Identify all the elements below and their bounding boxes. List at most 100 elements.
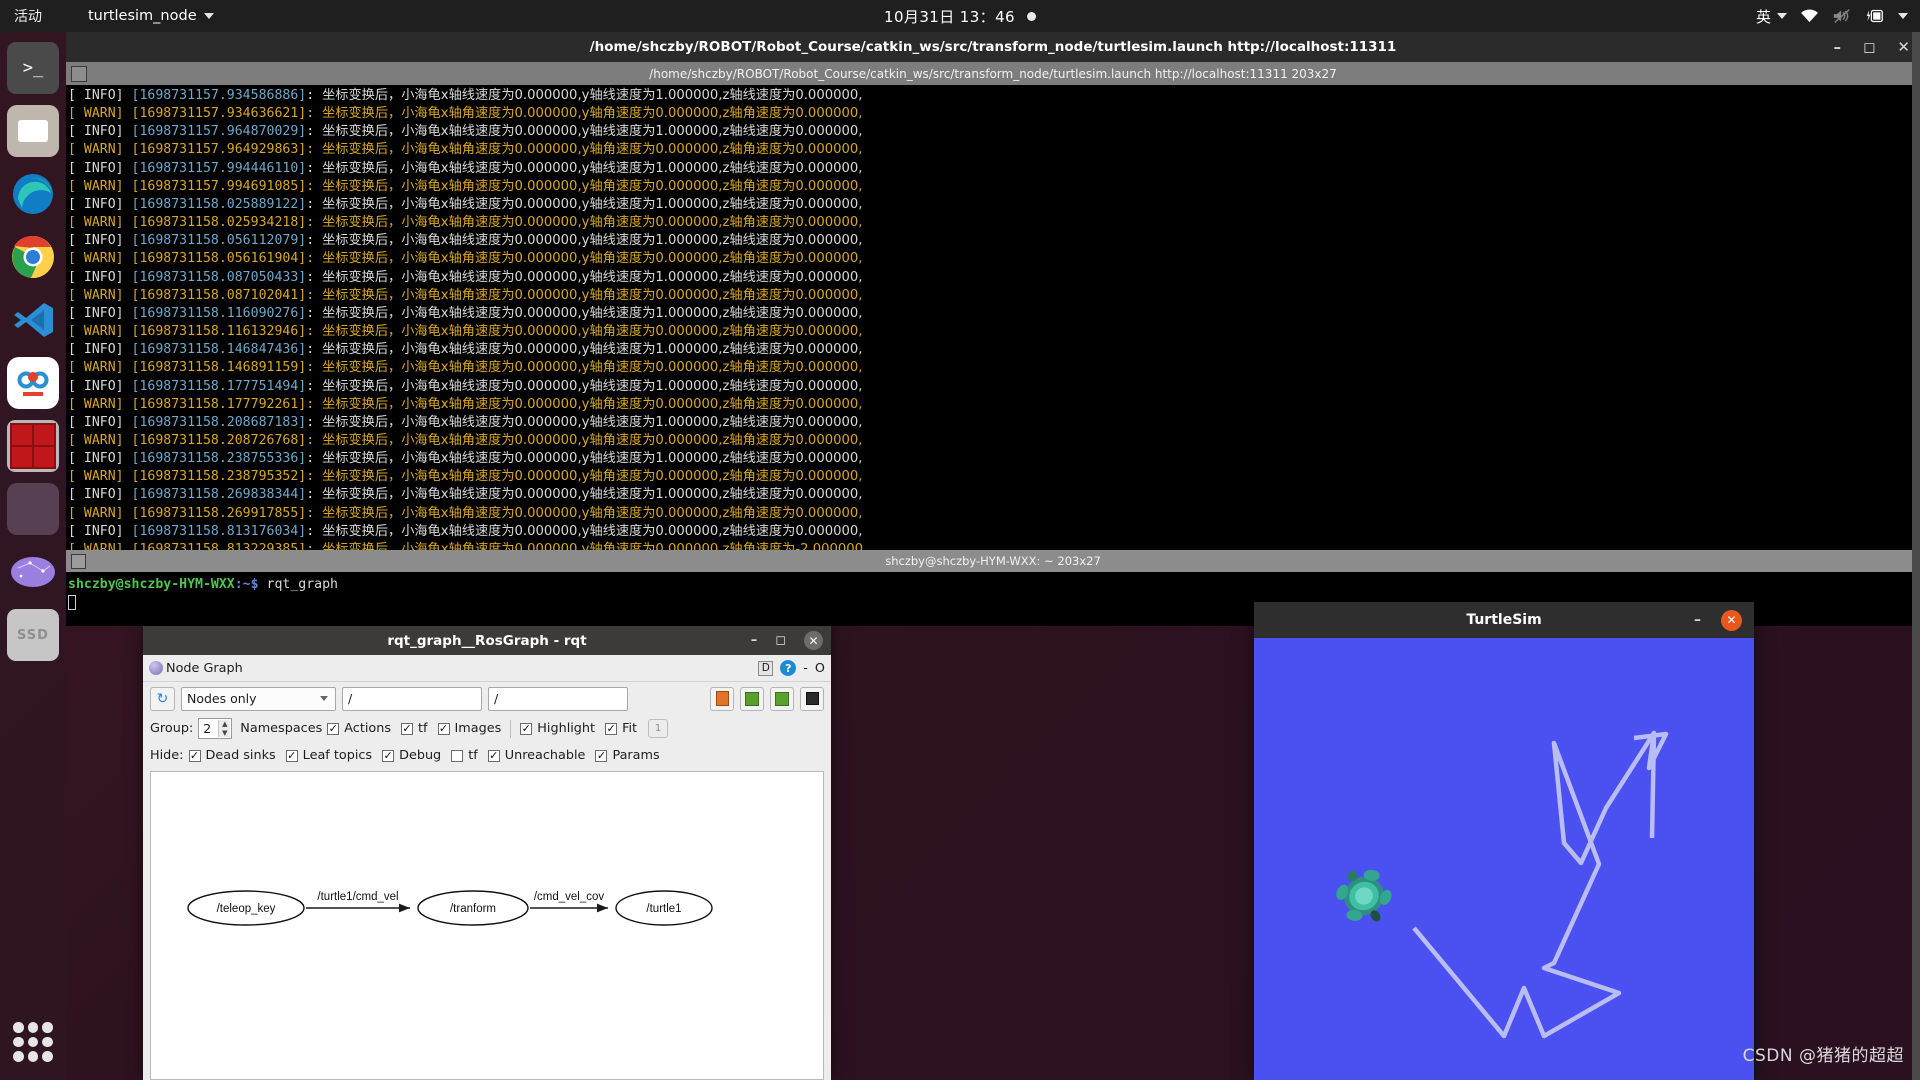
app-menu-label: turtlesim_node (88, 8, 197, 24)
graph-edge-label: /turtle1/cmd_vel (317, 891, 398, 903)
clock-button[interactable]: 10月31日 13：46 (884, 6, 1036, 27)
dock-item-generic-app[interactable] (7, 483, 59, 535)
checkbox-highlight[interactable]: ✓ (520, 723, 532, 735)
dock-item-label: >_ (23, 58, 43, 78)
desktop-scrollbar[interactable] (1912, 32, 1920, 1080)
checkbox-tf[interactable]: ✓ (401, 723, 413, 735)
checkbox-params[interactable]: ✓ (595, 750, 607, 762)
namespaces-label: Namespaces (240, 721, 322, 736)
chevron-down-icon[interactable] (1898, 13, 1908, 19)
terminator-icon (10, 423, 56, 469)
dock-item-visual-studio-code[interactable] (7, 294, 59, 346)
terminal-pane2-tabbar[interactable]: shczby@shczby-HYM-WXX: ~ 203x27 (66, 550, 1920, 572)
terminal-log-line: [ INFO] [1698731157.994446110]: 坐标变换后，小海… (68, 160, 1920, 178)
maximize-icon[interactable]: ◻ (1863, 38, 1875, 56)
close-icon[interactable]: ✕ (1721, 610, 1742, 631)
dock-item-microsoft-edge[interactable] (7, 168, 59, 220)
split-pane-icon[interactable] (71, 554, 86, 569)
dock-item-terminator[interactable] (7, 420, 59, 472)
dock-item-google-chrome[interactable] (7, 231, 59, 283)
checkbox-dead-sinks[interactable]: ✓ (189, 750, 201, 762)
save-image-button[interactable] (770, 687, 794, 711)
node-graph-svg: /turtle1/cmd_vel/cmd_vel_cov /teleop_key… (151, 772, 823, 1044)
load-dot-button[interactable] (710, 687, 734, 711)
terminal-log-line: [ WARN] [1698731157.934636621]: 坐标变换后，小海… (68, 105, 1920, 123)
terminal-log-line: [ INFO] [1698731158.238755336]: 坐标变换后，小海… (68, 450, 1920, 468)
dock-widget-icon[interactable]: D (758, 661, 773, 676)
terminal-tabbar[interactable]: /home/shczby/ROBOT/Robot_Course/catkin_w… (66, 62, 1920, 85)
refresh-icon[interactable]: ↻ (150, 687, 175, 711)
split-pane-icon[interactable] (71, 66, 87, 82)
fit-view-button[interactable] (800, 687, 824, 711)
dock-item-baidu-netdisk[interactable] (7, 357, 59, 409)
terminal-title: /home/shczby/ROBOT/Robot_Course/catkin_w… (590, 39, 1397, 55)
minimize-icon[interactable]: – (1833, 38, 1841, 56)
spinner-arrows-icon[interactable]: ▲▼ (218, 720, 230, 737)
filter-input-1-value: / (348, 691, 352, 706)
checkbox-leaf-topics[interactable]: ✓ (286, 750, 298, 762)
minimize-panel-icon[interactable]: - (803, 661, 808, 676)
language-indicator[interactable]: 英 (1756, 6, 1787, 27)
actions-label: Actions (344, 721, 391, 736)
zoom-reset-button[interactable]: 1 (648, 719, 668, 738)
shell-prompt-path: :~$ (235, 577, 259, 592)
terminal-log-line: [ WARN] [1698731157.964929863]: 坐标变换后，小海… (68, 141, 1920, 159)
images-label: Images (455, 721, 502, 736)
checkbox-images[interactable]: ✓ (438, 723, 450, 735)
filter-input-2[interactable]: / (488, 687, 628, 711)
dock-item-terminal[interactable]: >_ (7, 42, 59, 94)
rqt-titlebar: rqt_graph__RosGraph - rqt – ◻ ✕ (143, 626, 831, 655)
terminal-log-output: [ INFO] [1698731157.934586886]: 坐标变换后，小海… (66, 85, 1920, 550)
rqt-window-buttons: – ◻ ✕ (751, 631, 823, 650)
chevron-down-icon (204, 13, 214, 19)
chrome-icon (10, 234, 56, 280)
filter-input-1[interactable]: / (342, 687, 482, 711)
terminal-tab-label: /home/shczby/ROBOT/Robot_Course/catkin_w… (649, 67, 1337, 81)
rviz-icon (10, 554, 56, 590)
desktop: 活动 turtlesim_node 10月31日 13：46 英 (0, 0, 1920, 1080)
turtlesim-canvas[interactable] (1254, 638, 1754, 1080)
checkbox-unreachable[interactable]: ✓ (488, 750, 500, 762)
ros-node-graph-canvas[interactable]: /turtle1/cmd_vel/cmd_vel_cov /teleop_key… (150, 771, 824, 1080)
dock-item-files[interactable] (7, 105, 59, 157)
terminal-window-buttons: – ◻ ✕ (1833, 38, 1910, 56)
save-dot-button[interactable] (740, 687, 764, 711)
checkbox-debug[interactable]: ✓ (382, 750, 394, 762)
close-panel-icon[interactable]: O (815, 661, 825, 676)
notification-dot-icon (1027, 12, 1036, 21)
unreachable-label: Unreachable (505, 748, 586, 763)
folder-icon (18, 120, 48, 142)
checkbox-hide-tf[interactable] (451, 750, 463, 762)
help-icon[interactable]: ? (780, 660, 796, 676)
terminal-log-line: [ WARN] [1698731158.056161904]: 坐标变换后，小海… (68, 250, 1920, 268)
maximize-icon[interactable]: ◻ (775, 633, 786, 648)
group-value: 2 (203, 721, 211, 736)
minimize-icon[interactable]: – (751, 633, 758, 648)
activities-button[interactable]: 活动 (0, 6, 56, 26)
checkbox-fit[interactable]: ✓ (605, 723, 617, 735)
fit-icon (806, 692, 819, 705)
save-image-icon (775, 692, 789, 706)
checkbox-actions[interactable]: ✓ (327, 723, 339, 735)
terminal-log-line: [ WARN] [1698731158.146891159]: 坐标变换后，小海… (68, 359, 1920, 377)
view-mode-value: Nodes only (187, 691, 257, 706)
show-applications-icon[interactable] (13, 1022, 53, 1062)
view-mode-select[interactable]: Nodes only (181, 687, 336, 711)
group-spinbox[interactable]: 2 ▲▼ (198, 718, 232, 739)
minimize-icon[interactable]: – (1694, 612, 1701, 628)
clock-label: 10月31日 13：46 (884, 6, 1015, 27)
shell-command-text: rqt_graph (267, 577, 338, 592)
close-icon[interactable]: ✕ (1897, 38, 1910, 56)
dock-item-ssd-drive[interactable]: SSD (7, 609, 59, 661)
app-menu-turtlesim-node[interactable]: turtlesim_node (78, 8, 224, 24)
close-icon[interactable]: ✕ (804, 631, 823, 650)
terminal-log-line: [ INFO] [1698731158.056112079]: 坐标变换后，小海… (68, 232, 1920, 250)
dock-item-rviz[interactable] (7, 546, 59, 598)
terminal-log-line: [ INFO] [1698731158.116090276]: 坐标变换后，小海… (68, 305, 1920, 323)
terminal-log-line: [ INFO] [1698731158.269838344]: 坐标变换后，小海… (68, 486, 1920, 504)
hide-tf-label: tf (468, 748, 478, 763)
divider (510, 720, 511, 738)
debug-label: Debug (399, 748, 441, 763)
hide-label: Hide: (150, 748, 184, 763)
terminal-cursor (68, 595, 76, 610)
